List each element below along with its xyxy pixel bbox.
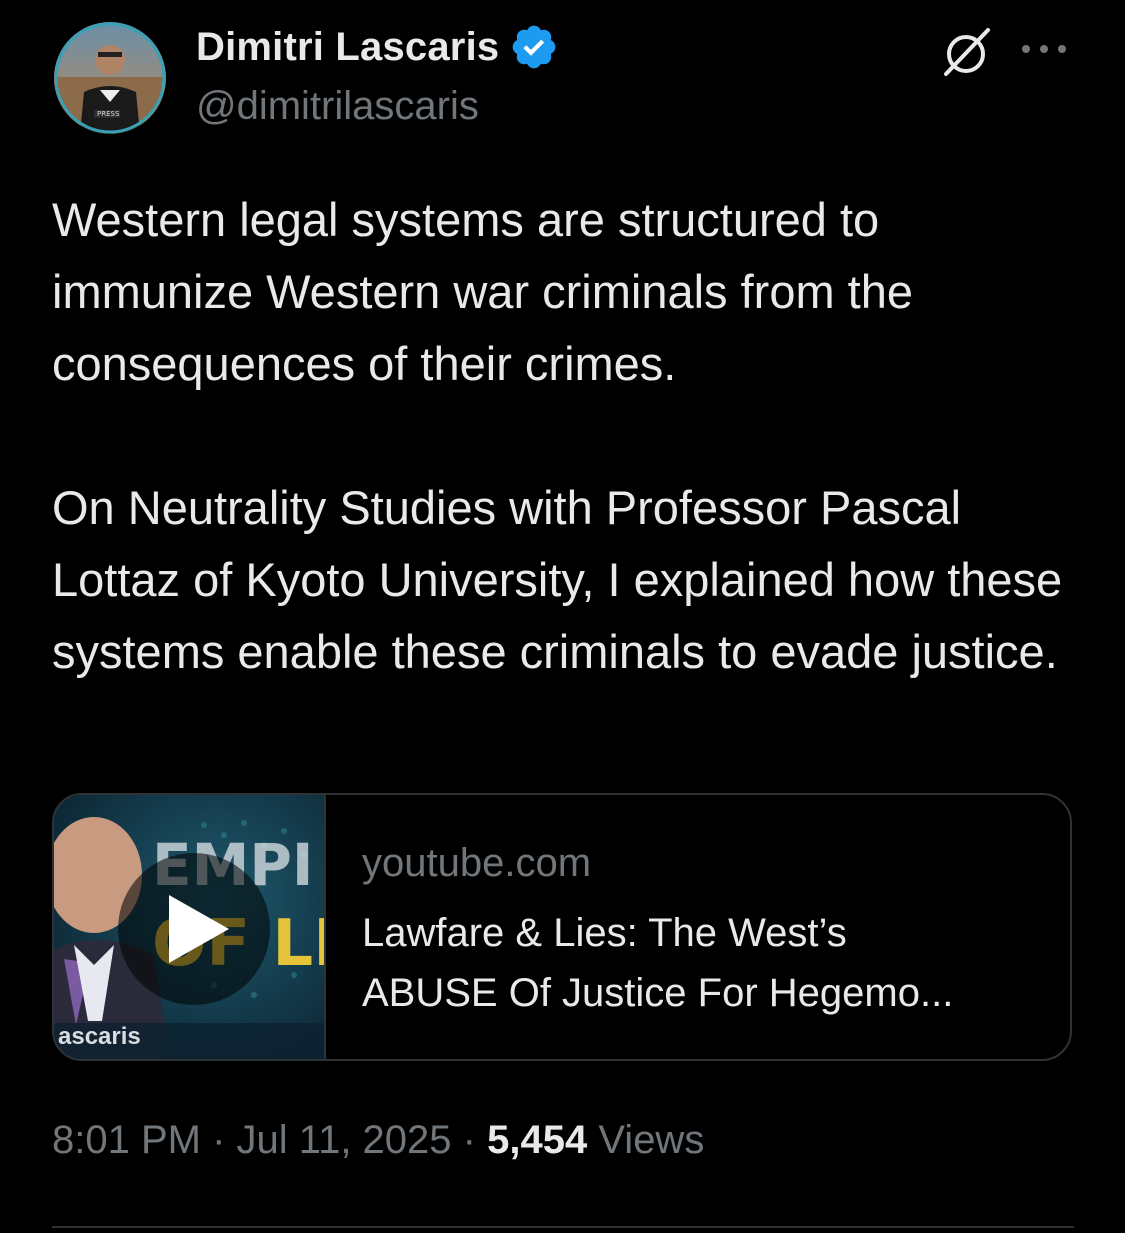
author-name-row[interactable]: Dimitri Lascaris (196, 22, 559, 72)
tweet-meta: 8:01 PM · Jul 11, 2025 · 5,454 Views (52, 1118, 704, 1163)
link-domain: youtube.com (362, 841, 592, 885)
tweet-time[interactable]: 8:01 PM (52, 1118, 201, 1162)
link-title-line-2: ABUSE Of Justice For Hegemo... (362, 971, 954, 1015)
more-options-icon[interactable] (1018, 34, 1070, 64)
play-icon[interactable] (118, 853, 270, 1005)
tweet-paragraph-2: On Neutrality Studies with Professor Pas… (52, 481, 1063, 678)
tweet-paragraph-1: Western legal systems are structured to … (52, 193, 914, 390)
meta-separator-2: · (462, 1118, 476, 1162)
author-name[interactable]: Dimitri Lascaris (196, 25, 499, 70)
divider (52, 1226, 1074, 1228)
views-count[interactable]: 5,454 (487, 1118, 587, 1162)
author-handle[interactable]: @dimitrilascaris (196, 84, 479, 129)
verified-badge-icon[interactable] (509, 22, 559, 72)
svg-text:PRESS: PRESS (97, 110, 120, 118)
link-title: Lawfare & Lies: The West’s ABUSE Of Just… (362, 903, 1052, 1023)
tweet-detail: PRESS Dimitri Lascaris @dimitrilascaris (0, 0, 1125, 1233)
views-label: Views (598, 1118, 705, 1162)
thumbnail-caption: ascaris (58, 1023, 141, 1050)
meta-separator: · (212, 1118, 226, 1162)
tweet-text: Western legal systems are structured to … (52, 184, 1082, 688)
link-thumbnail[interactable]: EMPI OF LI ascaris (54, 795, 326, 1059)
tweet-date[interactable]: Jul 11, 2025 (237, 1118, 452, 1162)
author-avatar[interactable]: PRESS (54, 22, 166, 134)
link-title-line-1: Lawfare & Lies: The West’s (362, 911, 847, 955)
grok-icon[interactable] (938, 24, 994, 80)
link-preview-card[interactable]: EMPI OF LI ascaris youtube.com Lawfare &… (52, 793, 1072, 1061)
